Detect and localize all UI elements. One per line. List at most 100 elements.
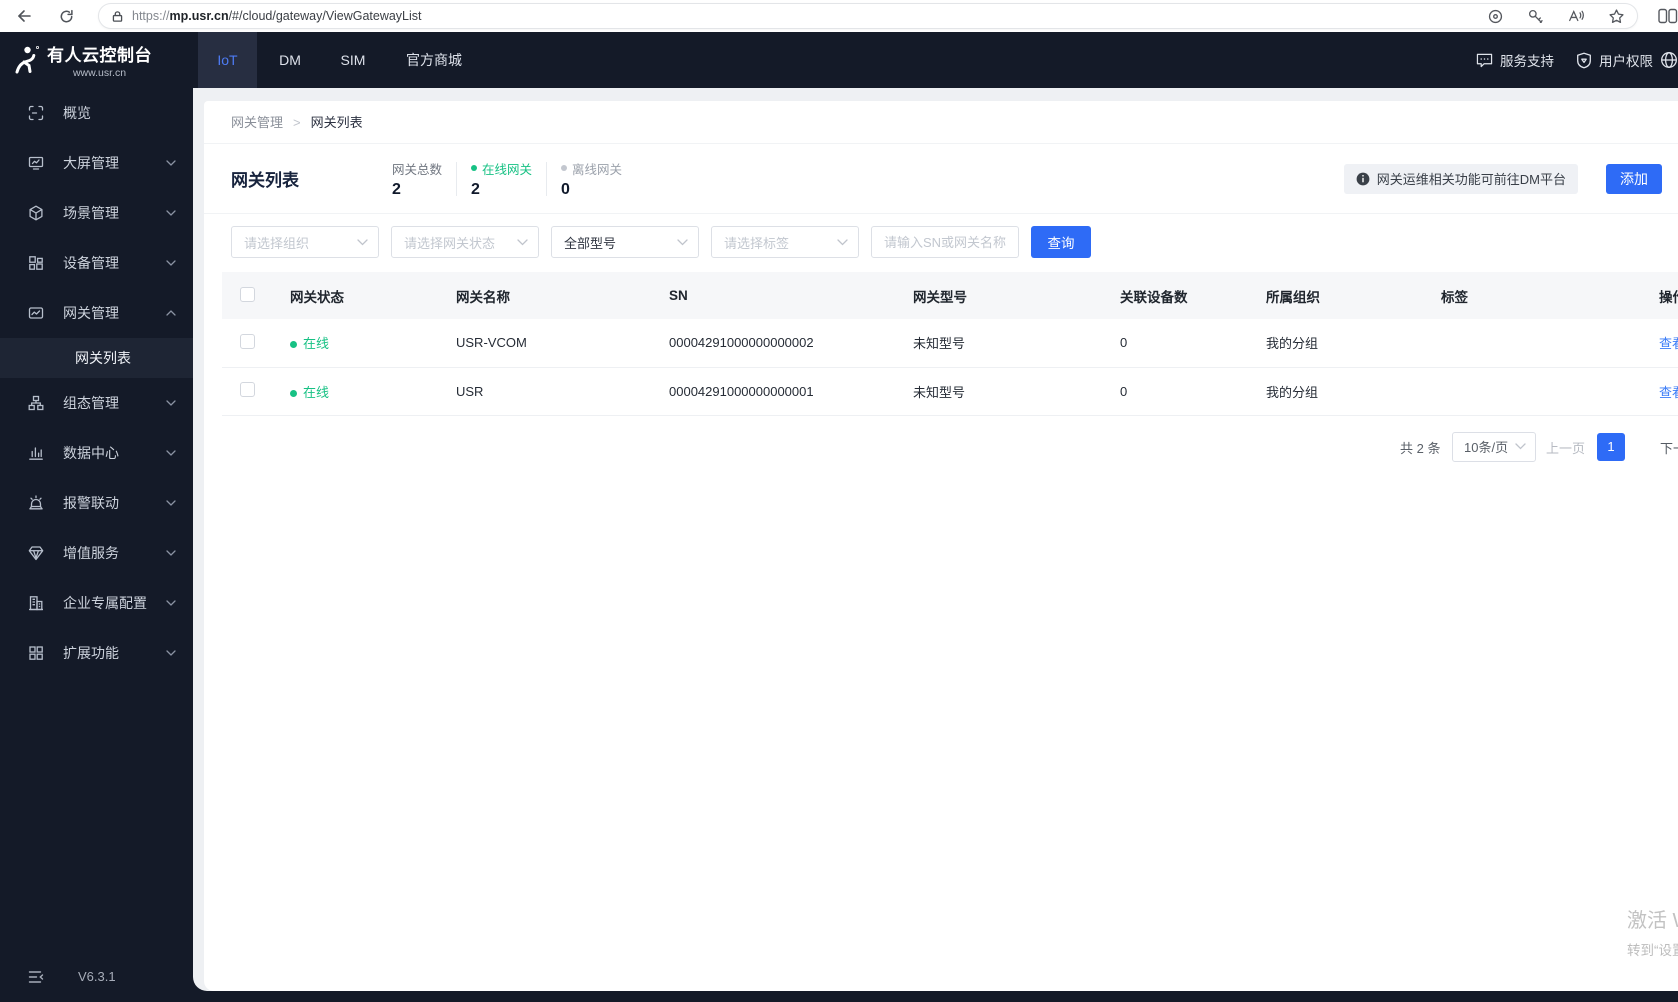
sidebar-subitem-gateway-list[interactable]: 网关列表 bbox=[0, 338, 193, 378]
browser-back-icon[interactable] bbox=[12, 4, 36, 28]
sidebar-item-alarm[interactable]: 报警联动 bbox=[0, 478, 193, 528]
sidebar-label: 企业专属配置 bbox=[63, 595, 147, 611]
tag-select[interactable]: 请选择标签 bbox=[711, 226, 859, 258]
gateway-list-card: 网关管理 > 网关列表 网关列表 网关总数 2 在线网关 2 离线网关 0 网关… bbox=[204, 101, 1678, 991]
chevron-down-icon bbox=[166, 210, 176, 216]
stat-online-value: 2 bbox=[471, 180, 480, 198]
configuration-icon bbox=[28, 395, 44, 411]
table-header-row: 网关状态 网关名称 SN 网关型号 关联设备数 所属组织 标签 操作 bbox=[222, 272, 1678, 319]
sidebar-item-value-added[interactable]: 增值服务 bbox=[0, 528, 193, 578]
query-button[interactable]: 查询 bbox=[1031, 226, 1091, 258]
sn-cell: 00004291000000000002 bbox=[669, 335, 814, 351]
tab-official-mall[interactable]: 官方商城 bbox=[383, 32, 485, 88]
brand-subtitle: www.usr.cn bbox=[72, 67, 127, 79]
sidebar-label: 网关管理 bbox=[63, 305, 119, 321]
col-model: 网关型号 bbox=[913, 289, 967, 305]
online-dot-icon bbox=[290, 341, 297, 349]
next-page-button[interactable]: 下一页 bbox=[1660, 438, 1678, 457]
brand-title: 有人云控制台 bbox=[47, 46, 152, 65]
service-support-button[interactable]: 服务支持 bbox=[1476, 32, 1554, 88]
sidebar-item-bigscreen[interactable]: 大屏管理 bbox=[0, 138, 193, 188]
select-all-checkbox[interactable] bbox=[240, 286, 255, 302]
page-1-button[interactable]: 1 bbox=[1597, 432, 1625, 461]
scene-icon bbox=[28, 205, 44, 221]
chevron-down-icon bbox=[166, 650, 176, 656]
browser-refresh-icon[interactable] bbox=[54, 4, 78, 28]
device-count-cell: 0 bbox=[1120, 383, 1128, 399]
device-count-cell: 0 bbox=[1120, 335, 1128, 351]
tab-dm[interactable]: DM bbox=[257, 32, 323, 88]
chat-bubble-icon bbox=[1476, 52, 1493, 68]
title-stats-row: 网关列表 网关总数 2 在线网关 2 离线网关 0 网关运维相关功能可前往DM平… bbox=[204, 144, 1678, 214]
overview-icon bbox=[28, 105, 44, 121]
tab-iot[interactable]: IoT bbox=[198, 32, 257, 88]
col-gateway-name: 网关名称 bbox=[456, 289, 510, 305]
sidebar-label: 组态管理 bbox=[63, 395, 119, 411]
chevron-down-icon bbox=[166, 600, 176, 606]
sidebar-item-scene[interactable]: 场景管理 bbox=[0, 188, 193, 238]
add-gateway-button[interactable]: 添加 bbox=[1606, 163, 1662, 194]
chevron-down-icon bbox=[1515, 443, 1526, 450]
split-screen-icon[interactable] bbox=[1658, 7, 1678, 25]
chevron-down-icon bbox=[166, 450, 176, 456]
top-navigation: IoT DM SIM 官方商城 服务支持 用户权限 bbox=[176, 32, 1678, 88]
sidebar-item-gateway[interactable]: 网关管理 bbox=[0, 288, 193, 338]
app-frame: 有人云控制台 www.usr.cn IoT DM SIM 官方商城 服务支持 用… bbox=[0, 32, 1678, 1002]
view-link[interactable]: 查看 bbox=[1659, 336, 1678, 351]
col-org: 所属组织 bbox=[1266, 289, 1320, 305]
chevron-down-icon bbox=[166, 500, 176, 506]
gateway-status-select[interactable]: 请选择网关状态 bbox=[391, 226, 539, 258]
sidebar-label: 报警联动 bbox=[63, 495, 119, 511]
collapse-sidebar-icon[interactable] bbox=[28, 970, 44, 984]
stat-online: 在线网关 2 bbox=[471, 159, 532, 199]
sidebar-label: 大屏管理 bbox=[63, 155, 119, 171]
breadcrumb: 网关管理 > 网关列表 bbox=[204, 101, 1678, 144]
lock-icon[interactable] bbox=[111, 10, 124, 23]
language-globe-icon[interactable] bbox=[1660, 32, 1678, 88]
org-select[interactable]: 请选择组织 bbox=[231, 226, 379, 258]
breadcrumb-parent[interactable]: 网关管理 bbox=[231, 101, 283, 144]
col-action: 操作 bbox=[1659, 289, 1678, 305]
row-checkbox[interactable] bbox=[240, 333, 255, 349]
sidebar-item-extension[interactable]: 扩展功能 bbox=[0, 628, 193, 678]
sidebar-item-enterprise[interactable]: 企业专属配置 bbox=[0, 578, 193, 628]
tag-cell bbox=[1421, 367, 1639, 415]
org-cell: 我的分组 bbox=[1266, 384, 1319, 400]
tab-sim[interactable]: SIM bbox=[323, 32, 383, 88]
sidebar-item-configuration[interactable]: 组态管理 bbox=[0, 378, 193, 428]
gateway-stats: 网关总数 2 在线网关 2 离线网关 0 bbox=[392, 159, 622, 199]
favorite-star-icon[interactable] bbox=[1608, 8, 1625, 25]
password-key-icon[interactable] bbox=[1527, 8, 1544, 25]
brand-logo[interactable]: 有人云控制台 www.usr.cn bbox=[0, 32, 176, 88]
pagination: 共 2 条 10条/页 上一页 1 下一页 bbox=[204, 431, 1678, 462]
sidebar-label: 增值服务 bbox=[63, 545, 119, 561]
address-bar[interactable]: https://mp.usr.cn/#/cloud/gateway/ViewGa… bbox=[98, 3, 1638, 29]
sidebar-item-data-center[interactable]: 数据中心 bbox=[0, 428, 193, 478]
chevron-up-icon bbox=[166, 310, 176, 316]
model-select[interactable]: 全部型号 bbox=[551, 226, 699, 258]
prev-page-button[interactable]: 上一页 bbox=[1546, 438, 1585, 457]
page-size-select[interactable]: 10条/页 bbox=[1452, 431, 1536, 462]
sidebar-label: 扩展功能 bbox=[63, 645, 119, 661]
sn-cell: 00004291000000000001 bbox=[669, 383, 814, 399]
sidebar-item-device[interactable]: 设备管理 bbox=[0, 238, 193, 288]
stat-divider bbox=[456, 161, 458, 196]
chevron-down-icon bbox=[517, 238, 528, 246]
read-aloud-icon[interactable] bbox=[1567, 7, 1585, 25]
stat-total-value: 2 bbox=[392, 180, 401, 198]
status-cell: 在线 bbox=[270, 319, 436, 367]
status-cell: 在线 bbox=[270, 367, 436, 415]
collections-icon[interactable] bbox=[1487, 8, 1504, 25]
sidebar-item-overview[interactable]: 概览 bbox=[0, 88, 193, 138]
browser-toolbar: https://mp.usr.cn/#/cloud/gateway/ViewGa… bbox=[0, 0, 1678, 32]
chevron-down-icon bbox=[357, 238, 368, 246]
chevron-down-icon bbox=[677, 238, 688, 246]
data-center-icon bbox=[28, 445, 44, 461]
chevron-down-icon bbox=[837, 238, 848, 246]
table-row: 在线 USR 00004291000000000001 未知型号 0 我的分组 … bbox=[222, 367, 1678, 415]
sn-search-input[interactable] bbox=[871, 226, 1019, 258]
row-checkbox[interactable] bbox=[240, 382, 255, 397]
user-permission-button[interactable]: 用户权限 bbox=[1576, 32, 1653, 88]
view-link[interactable]: 查看 bbox=[1659, 385, 1678, 400]
chevron-down-icon bbox=[166, 160, 176, 166]
